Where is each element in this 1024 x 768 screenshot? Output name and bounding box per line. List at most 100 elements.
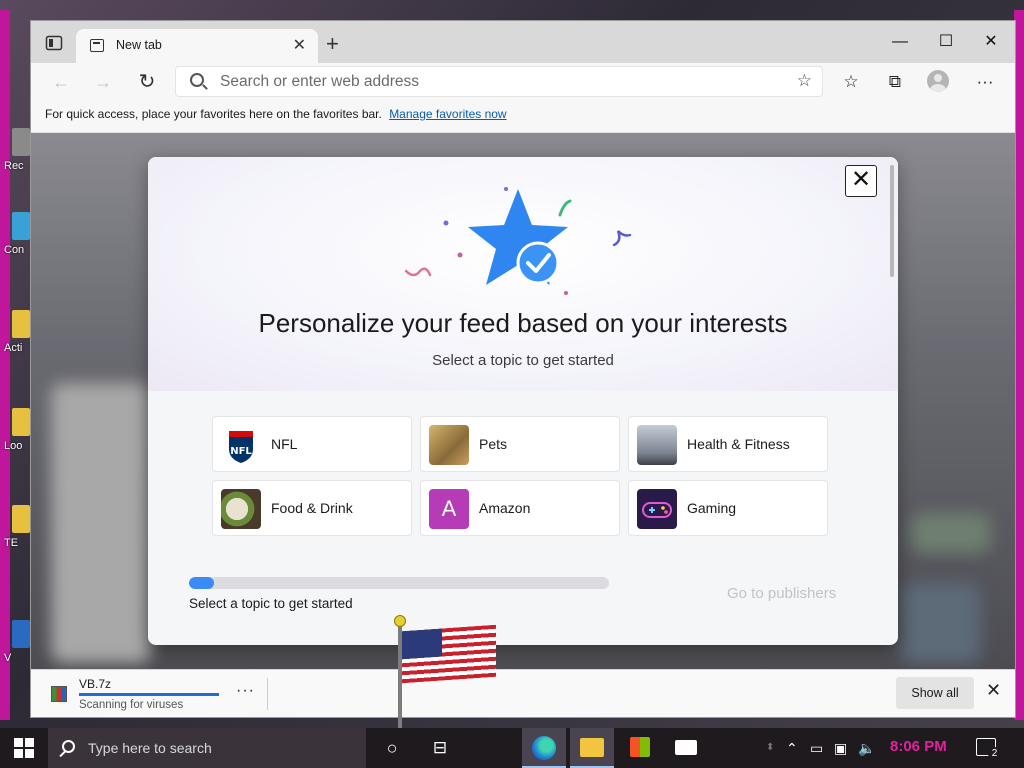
dialog-scrollbar[interactable] xyxy=(890,165,894,277)
cortana-icon[interactable]: ○ xyxy=(370,728,414,768)
toolbar: ← → ↻ ☆ ☆ ⧉ ··· xyxy=(31,63,1015,101)
dialog-hero: Personalize your feed based on your inte… xyxy=(148,157,898,391)
progress-label: Select a topic to get started xyxy=(189,596,353,611)
search-icon xyxy=(190,73,204,87)
show-all-button[interactable]: Show all xyxy=(896,677,974,709)
download-status: Scanning for viruses xyxy=(79,699,184,711)
taskbar-file-explorer[interactable] xyxy=(570,728,614,768)
collections-icon[interactable]: ⧉ xyxy=(881,69,909,95)
divider xyxy=(267,678,268,710)
address-input[interactable] xyxy=(220,71,760,93)
taskbar-edge[interactable] xyxy=(522,728,566,768)
tab-new-tab[interactable]: New tab ✕ xyxy=(76,29,318,63)
runner-photo-icon xyxy=(637,425,677,465)
desktop-icon-label: V xyxy=(4,652,12,664)
volume-muted-icon[interactable]: 🔈 xyxy=(858,728,875,768)
desktop-icon-label: Con xyxy=(4,244,25,256)
topic-label: Gaming xyxy=(687,500,737,516)
profile-avatar[interactable] xyxy=(927,70,949,92)
store-icon xyxy=(630,737,650,757)
topic-gaming[interactable]: Gaming xyxy=(628,480,828,536)
desktop-icon[interactable]: V xyxy=(4,620,30,664)
folder-icon xyxy=(12,310,30,338)
manage-favorites-link[interactable]: Manage favorites now xyxy=(389,107,506,121)
taskbar-store[interactable] xyxy=(618,728,662,768)
more-options-icon[interactable]: ··· xyxy=(971,69,999,95)
desktop-border-left xyxy=(0,10,10,720)
topic-food-drink[interactable]: Food & Drink xyxy=(212,480,412,536)
meet-now-icon[interactable]: ▭ xyxy=(810,728,823,768)
food-photo-icon xyxy=(221,489,261,529)
desktop-icon[interactable]: Con xyxy=(4,212,30,256)
topic-pets[interactable]: Pets xyxy=(420,416,620,472)
app-icon xyxy=(12,620,30,648)
task-view-icon[interactable]: ⊟ xyxy=(418,728,462,768)
desktop-icon-label: TE xyxy=(4,537,19,549)
svg-text:NFL: NFL xyxy=(230,446,252,457)
desktop-icon[interactable]: Loo xyxy=(4,408,30,452)
favorites-bar-message: For quick access, place your favorites h… xyxy=(45,107,382,121)
mail-icon xyxy=(675,740,697,755)
folder-icon xyxy=(12,408,30,436)
taskbar-mail[interactable] xyxy=(664,728,708,768)
desktop-icon[interactable]: TE xyxy=(4,505,30,549)
refresh-icon[interactable]: ↻ xyxy=(133,68,161,96)
favorites-bar: For quick access, place your favorites h… xyxy=(31,101,1015,133)
scroll-arrows-icon: ⬍ xyxy=(766,742,775,753)
folder-icon xyxy=(12,505,30,533)
background-blur xyxy=(911,513,991,553)
close-tab-icon[interactable]: ✕ xyxy=(293,35,306,55)
show-hidden-icons-icon[interactable]: ⌃ xyxy=(786,728,798,768)
control-panel-icon xyxy=(12,212,30,240)
windows-start-icon[interactable] xyxy=(14,738,34,758)
desktop-icon-label: Acti xyxy=(4,342,23,354)
forward-arrow-icon[interactable]: → xyxy=(89,68,117,96)
back-arrow-icon[interactable]: ← xyxy=(47,68,75,96)
gamepad-icon xyxy=(637,489,677,529)
topic-amazon[interactable]: A Amazon xyxy=(420,480,620,536)
favorites-icon[interactable]: ☆ xyxy=(837,69,865,95)
desktop-icon-label: Rec xyxy=(4,160,24,172)
taskbar: Type here to search ○ ⊟ ⬍ ⌃ ▭ ▣ 🔈 8:06 P… xyxy=(0,728,1024,768)
download-more-icon[interactable]: ··· xyxy=(236,682,255,700)
tab-bar: New tab ✕ + — ☐ ✕ xyxy=(31,21,1015,63)
desktop-icon-label: Loo xyxy=(4,440,23,452)
address-bar[interactable]: ☆ xyxy=(175,66,823,97)
minimize-button[interactable]: — xyxy=(877,27,923,57)
background-blur xyxy=(901,583,981,663)
topic-progress-bar xyxy=(189,577,609,589)
dialog-close-button[interactable]: ✕ xyxy=(845,165,877,197)
desktop-icon[interactable]: Acti xyxy=(4,310,30,354)
taskbar-search[interactable]: Type here to search xyxy=(48,728,366,768)
flag-pole-top xyxy=(394,615,406,627)
desktop-icon[interactable]: Rec xyxy=(4,128,30,172)
tab-title: New tab xyxy=(116,38,162,52)
download-progress-bar xyxy=(79,693,219,696)
star-check-illustration-icon xyxy=(404,187,632,295)
downloads-bar: VB.7z Scanning for viruses ··· Show all … xyxy=(31,669,1015,717)
download-file-name[interactable]: VB.7z xyxy=(79,677,111,691)
topic-progress-fill xyxy=(189,577,215,589)
dialog-subtitle: Select a topic to get started xyxy=(432,352,614,369)
taskbar-clock[interactable]: 8:06 PM xyxy=(890,738,947,755)
nfl-shield-icon: NFL xyxy=(221,425,261,465)
new-tab-button[interactable]: + xyxy=(326,31,339,57)
new-tab-content: Personalize your feed based on your inte… xyxy=(31,133,1015,669)
network-icon[interactable]: ▣ xyxy=(834,728,847,768)
topic-health-fitness[interactable]: Health & Fitness xyxy=(628,416,828,472)
add-favorite-star-icon[interactable]: ☆ xyxy=(797,71,812,91)
amazon-letter-icon: A xyxy=(429,489,469,529)
close-window-button[interactable]: ✕ xyxy=(968,27,1014,57)
close-downloads-icon[interactable]: ✕ xyxy=(986,680,1001,701)
archive-file-icon xyxy=(51,686,67,702)
us-flag-icon xyxy=(402,624,496,684)
edge-icon xyxy=(532,736,556,760)
notification-count: 2 xyxy=(988,747,1001,760)
topic-nfl[interactable]: NFL NFL xyxy=(212,416,412,472)
go-to-publishers-button[interactable]: Go to publishers xyxy=(727,585,836,602)
tab-actions-icon[interactable] xyxy=(45,35,63,51)
flag-canton xyxy=(402,628,442,660)
recycle-bin-icon xyxy=(12,128,30,156)
new-tab-page-icon xyxy=(90,39,104,52)
maximize-button[interactable]: ☐ xyxy=(923,27,969,57)
